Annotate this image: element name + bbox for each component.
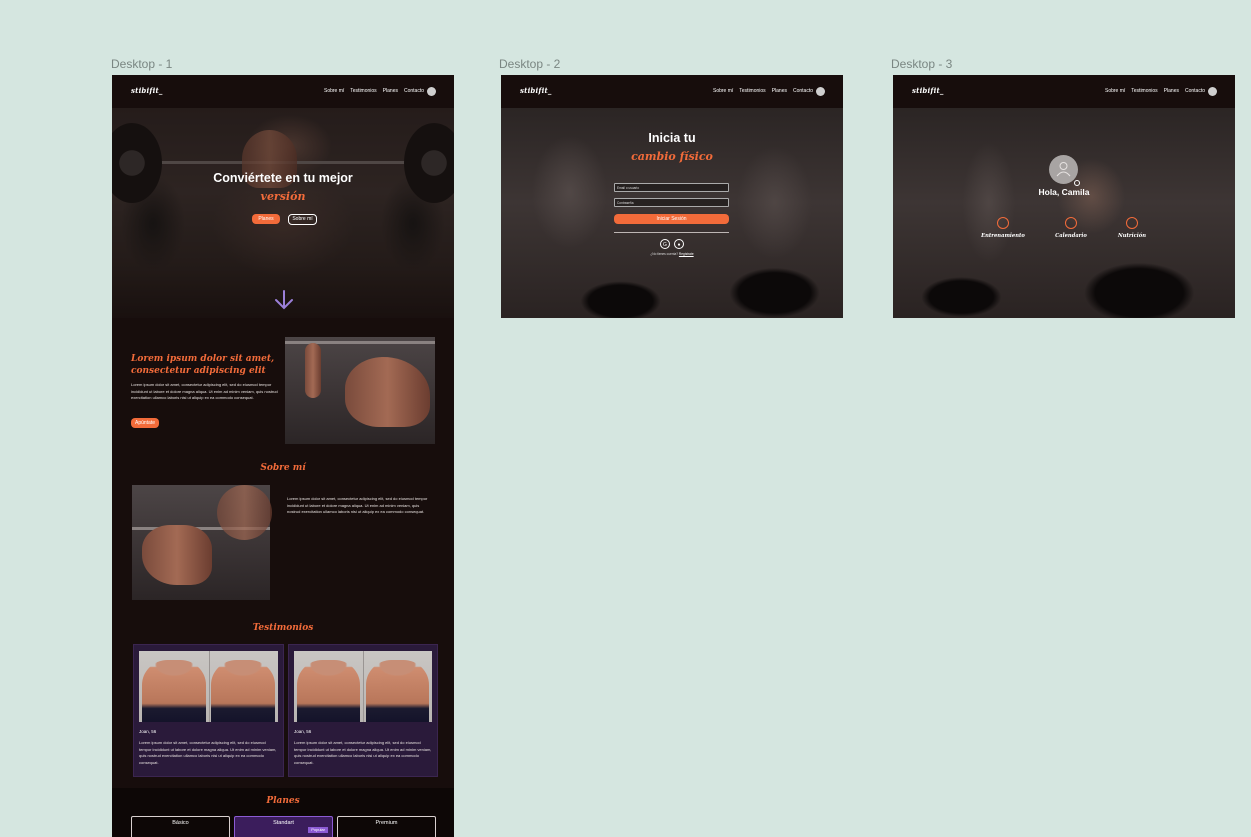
intro-heading: Lorem ipsum dolor sit amet, consectetur … [131,354,275,376]
nav-links: Sobre mí Testimonios Planes Contacto [324,88,424,94]
logo[interactable]: stibifit_ [131,86,163,95]
feature-nutricion[interactable]: Nutrición [1102,233,1162,239]
plans-title: Planes [266,796,300,806]
nav-link-sobre-mi[interactable]: Sobre mí [713,88,733,94]
testimonial-card-1: Joan, 56 Lorem ipsum dolor sit amet, con… [133,644,284,777]
training-icon[interactable] [997,217,1009,229]
testimonial-photo [139,651,278,722]
apple-icon[interactable]: ● [674,239,684,249]
testimonial-name: Joan, 56 [294,729,312,734]
feature-entrenamiento[interactable]: Entrenamiento [973,233,1033,239]
testimonials-title: Testimonios [252,623,314,633]
email-field[interactable]: Email o usuario [614,183,729,192]
about-text: Lorem ipsum dolor sit amet, consectetur … [287,496,428,515]
navbar: stibifit_ Sobre mí Testimonios Planes Co… [112,75,454,108]
nav-link-planes[interactable]: Planes [383,88,398,94]
apuntate-button[interactable]: Apúntate [131,418,159,428]
nav-link-testimonios[interactable]: Testimonios [739,88,765,94]
hero-title: Conviértete en tu mejor [213,171,353,185]
nav-link-testimonios[interactable]: Testimonios [350,88,376,94]
avatar-icon[interactable] [816,87,825,96]
testimonial-text: Lorem ipsum dolor sit amet, consectetur … [139,740,277,765]
testimonial-photo [294,651,432,722]
logo[interactable]: stibifit_ [912,86,944,95]
divider [614,232,729,233]
planes-button[interactable]: Planes [252,214,280,224]
user-icon [1056,162,1071,177]
navbar: stibifit_ Sobre mí Testimonios Planes Co… [501,75,843,108]
intro-text: Lorem ipsum dolor sit amet, consectetur … [131,382,278,401]
frame-label-desktop-1: Desktop - 1 [111,57,173,71]
dashboard-background-image [893,108,1235,318]
desktop-1-frame: stibifit_ Sobre mí Testimonios Planes Co… [112,75,454,837]
nav-link-contacto[interactable]: Contacto [1185,88,1205,94]
login-accent: cambio físico [631,150,713,163]
register-link[interactable]: Regístrate [679,252,694,256]
testimonial-text: Lorem ipsum dolor sit amet, consectetur … [294,740,432,765]
plan-card-premium[interactable]: Premium [337,816,436,837]
plan-card-standart[interactable]: Standart Popular [234,816,333,837]
arrow-down-icon[interactable] [272,288,296,312]
google-icon[interactable]: G [660,239,670,249]
feature-calendario[interactable]: Calendario [1041,233,1101,239]
desktop-2-frame: stibifit_ Sobre mí Testimonios Planes Co… [501,75,843,318]
calendar-icon[interactable] [1065,217,1077,229]
desktop-3-frame: stibifit_ Sobre mí Testimonios Planes Co… [893,75,1235,318]
login-title: Inicia tu [648,131,696,145]
testimonial-name: Joan, 56 [139,729,157,734]
nav-link-planes[interactable]: Planes [772,88,787,94]
about-title: Sobre mí [260,463,306,473]
nav-link-planes[interactable]: Planes [1164,88,1179,94]
login-button[interactable]: Iniciar Sesión [614,214,729,224]
popular-badge: Popular [308,827,328,833]
profile-avatar[interactable] [1049,155,1080,186]
logo[interactable]: stibifit_ [520,86,552,95]
frame-label-desktop-2: Desktop - 2 [499,57,561,71]
nav-links: Sobre mí Testimonios Planes Contacto [1105,88,1205,94]
sobre-mi-button[interactable]: Sobre mí [288,214,317,225]
avatar-icon[interactable] [1208,87,1217,96]
nav-link-testimonios[interactable]: Testimonios [1131,88,1157,94]
nav-link-sobre-mi[interactable]: Sobre mí [324,88,344,94]
navbar: stibifit_ Sobre mí Testimonios Planes Co… [893,75,1235,108]
gear-icon[interactable] [1074,180,1080,186]
signup-prompt: ¿No tienes cuenta? Regístrate [650,252,694,256]
about-photo [132,485,272,600]
testimonial-card-2: Joan, 56 Lorem ipsum dolor sit amet, con… [288,644,438,777]
avatar-icon[interactable] [427,87,436,96]
hero-accent: versión [260,190,306,203]
intro-photo [285,337,435,444]
nutrition-icon[interactable] [1126,217,1138,229]
nav-link-contacto[interactable]: Contacto [793,88,813,94]
hero-section: Conviértete en tu mejor versión Planes S… [112,108,454,318]
nav-link-sobre-mi[interactable]: Sobre mí [1105,88,1125,94]
nav-link-contacto[interactable]: Contacto [404,88,424,94]
password-field[interactable]: Contraseña [614,198,729,207]
greeting: Hola, Camila [1038,187,1090,197]
plan-card-basico[interactable]: Básico [131,816,230,837]
frame-label-desktop-3: Desktop - 3 [891,57,953,71]
nav-links: Sobre mí Testimonios Planes Contacto [713,88,813,94]
